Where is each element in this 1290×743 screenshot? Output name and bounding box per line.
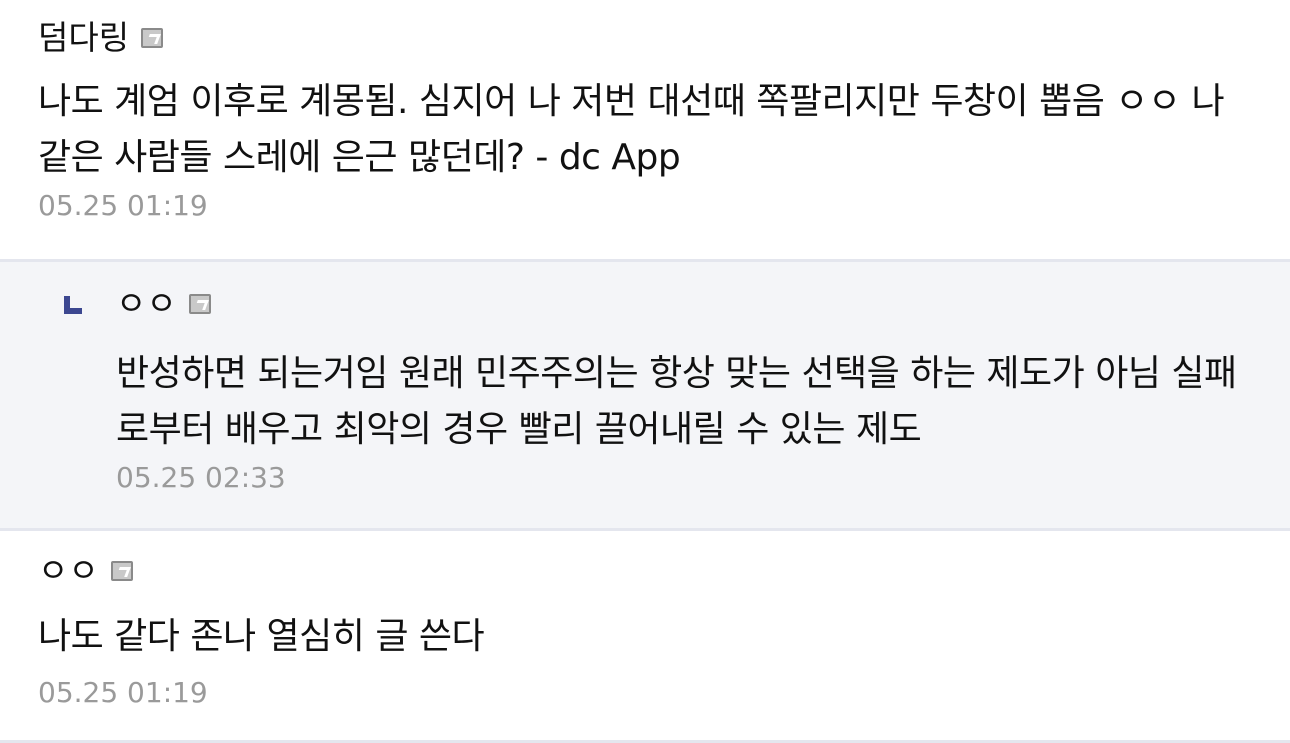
gallery-member-icon (188, 294, 211, 314)
reply-arrow-icon (60, 288, 86, 320)
comment-nickname[interactable]: 덤다링 (38, 18, 129, 58)
gallery-member-icon (110, 561, 133, 581)
comment-nickname[interactable]: ㅇㅇ (116, 284, 177, 324)
comment: ㅇㅇ 나도 같다 존나 열심히 글 쓴다 05.25 01:19 (0, 531, 1290, 743)
comment-header: ㅇㅇ (60, 284, 1260, 324)
comment-timestamp: 05.25 02:33 (116, 461, 286, 494)
comment-list: 덤다링 나도 계엄 이후로 계몽됨. 심지어 나 저번 대선때 쪽팔리지만 두창… (0, 0, 1290, 743)
comment-text: 나도 같다 존나 열심히 글 쓴다 (38, 616, 485, 657)
comment-header: ㅇㅇ (38, 551, 1260, 591)
comment-text: 나도 계엄 이후로 계몽됨. 심지어 나 저번 대선때 쪽팔리지만 두창이 뽑음… (38, 81, 1225, 178)
comment: 덤다링 나도 계엄 이후로 계몽됨. 심지어 나 저번 대선때 쪽팔리지만 두창… (0, 0, 1290, 262)
comment-nickname[interactable]: ㅇㅇ (38, 551, 99, 591)
comment-text: 반성하면 되는거임 원래 민주주의는 항상 맞는 선택을 하는 제도가 아님 실… (116, 353, 1237, 450)
comment-timestamp: 05.25 01:19 (38, 676, 208, 709)
gallery-member-icon (141, 28, 164, 48)
comment-timestamp: 05.25 01:19 (38, 189, 208, 222)
reply-comment: ㅇㅇ 반성하면 되는거임 원래 민주주의는 항상 맞는 선택을 하는 제도가 아… (0, 262, 1290, 531)
comment-header: 덤다링 (38, 18, 1260, 58)
